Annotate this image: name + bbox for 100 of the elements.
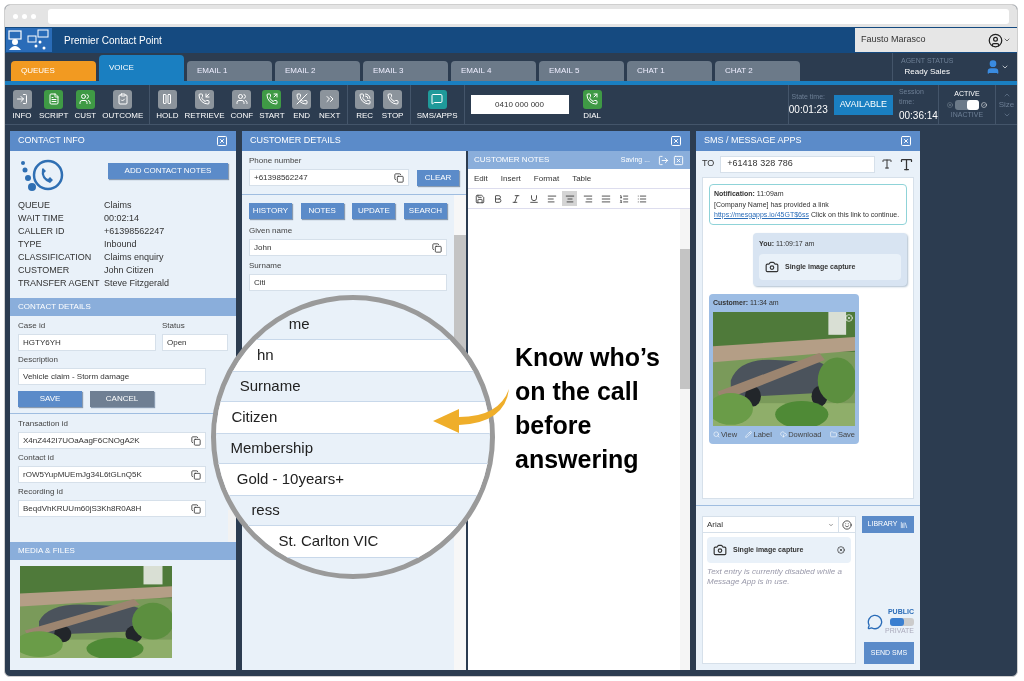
camera-icon <box>713 543 727 557</box>
check-icon <box>980 101 987 108</box>
info-label: CLASSIFICATION <box>18 251 93 264</box>
dial-field[interactable]: 0410 000 000 <box>470 95 569 114</box>
toolbar-button[interactable]: END <box>290 89 313 120</box>
toolbar-button[interactable]: RETRIEVE <box>184 89 225 120</box>
info-label: CUSTOMER <box>18 264 71 277</box>
field-label: Surname <box>249 260 283 272</box>
tab[interactable]: VOICE <box>99 55 184 81</box>
toolbar-button[interactable]: CONF <box>230 89 254 120</box>
button[interactable]: CLEAR <box>417 170 459 186</box>
toolbar-button[interactable]: CUST <box>74 89 97 120</box>
close-icon[interactable] <box>900 135 912 147</box>
user-icon <box>988 32 1003 48</box>
field-label: Contact id <box>18 452 56 464</box>
zoomed-value: Gold - 10years+ <box>236 469 344 490</box>
visibility-toggle[interactable] <box>890 617 914 626</box>
disabled-note: Text entry is currently disabled while a Message App is in use. <box>706 567 843 587</box>
agent-icon[interactable] <box>985 59 1001 75</box>
status-value: Ready Sales <box>904 66 950 79</box>
button[interactable]: HISTORY <box>249 203 292 219</box>
menu-item[interactable]: Table <box>572 172 592 185</box>
tab[interactable]: EMAIL 1 <box>187 61 272 81</box>
remove-icon[interactable] <box>837 546 845 554</box>
panel-title: CONTACT INFO <box>18 134 85 148</box>
scrollbar[interactable] <box>228 510 236 542</box>
field-label: Transaction id <box>18 418 69 430</box>
tab[interactable]: EMAIL 3 <box>363 61 448 81</box>
button[interactable]: SAVE <box>18 391 82 407</box>
toolbar-button[interactable]: SCRIPT <box>39 89 69 120</box>
info-value: Inbound <box>104 238 138 251</box>
input-field[interactable]: Citi <box>249 274 447 291</box>
button[interactable]: NOTES <box>300 203 344 219</box>
toolbar-button[interactable]: DIAL <box>582 89 602 120</box>
zoomed-label: Membership <box>230 438 313 459</box>
button[interactable]: ADD CONTACT NOTES <box>108 163 228 179</box>
tab[interactable]: CHAT 2 <box>715 61 800 81</box>
toolbar-button[interactable]: STOP <box>381 89 404 120</box>
input-field[interactable]: HGTY6YH <box>18 334 156 351</box>
recipient-field[interactable]: +61418 328 786 <box>720 155 875 173</box>
tab[interactable]: CHAT 1 <box>627 61 712 81</box>
close-icon[interactable] <box>670 135 682 147</box>
align-right-icon <box>582 193 593 204</box>
toolbar-button[interactable]: REC <box>353 89 376 120</box>
input-field[interactable]: rOW5YupMUEmJg34L6tGLnQ5K <box>18 466 206 483</box>
tab[interactable]: EMAIL 4 <box>451 61 536 81</box>
emoji-icon[interactable] <box>842 519 852 530</box>
timer-value: 00:01:23 <box>788 103 828 118</box>
toolbar-button[interactable]: START <box>259 89 285 120</box>
info-value: 00:02:14 <box>104 212 141 225</box>
button[interactable]: SEARCH <box>403 203 447 219</box>
font-size-icon[interactable] <box>881 158 893 170</box>
tab[interactable]: EMAIL 5 <box>539 61 624 81</box>
availability-button[interactable]: AVAILABLE <box>833 94 893 115</box>
export-icon[interactable] <box>658 154 669 166</box>
input-field[interactable]: Vehicle claim - Storm damage <box>18 368 206 385</box>
field-label: Description <box>18 354 59 366</box>
zoomed-value: hn <box>256 345 274 366</box>
menu-item[interactable]: Edit <box>474 172 488 185</box>
button[interactable]: UPDATE <box>352 203 396 219</box>
search-icon <box>713 430 720 438</box>
button[interactable]: CANCEL <box>90 391 154 407</box>
input-field[interactable]: +61398562247 <box>249 169 409 186</box>
pencil-icon <box>745 430 753 438</box>
copy-icon[interactable] <box>191 503 201 514</box>
info-label: WAIT TIME <box>18 212 65 225</box>
logo-icon <box>6 28 52 52</box>
close-icon[interactable] <box>673 154 684 166</box>
input-field[interactable]: Open <box>162 334 228 351</box>
zoomed-label: ress <box>251 500 280 521</box>
activity-toggle[interactable] <box>954 99 979 110</box>
download-icon <box>780 430 788 438</box>
font-size-icon[interactable] <box>899 156 914 172</box>
menu-item[interactable]: Format <box>533 172 560 185</box>
panel-title: CUSTOMER DETAILS <box>250 134 341 148</box>
toolbar-button[interactable]: NEXT <box>318 89 341 120</box>
input-field[interactable]: X4nZ442I7UOaAagF6CNOgA2K <box>18 432 206 449</box>
close-icon[interactable] <box>216 135 228 147</box>
info-label: QUEUE <box>18 199 51 212</box>
font-select[interactable]: Arial <box>703 517 839 532</box>
user-menu[interactable]: Fausto Marasco <box>855 28 1017 52</box>
toolbar-button[interactable]: HOLD <box>156 89 179 120</box>
library-icon <box>900 520 909 529</box>
tab[interactable]: EMAIL 2 <box>275 61 360 81</box>
section-title: MEDIA & FILES <box>18 545 75 557</box>
copy-icon[interactable] <box>191 469 201 480</box>
input-field[interactable]: John <box>249 239 447 256</box>
camera-icon <box>765 260 779 274</box>
copy-icon[interactable] <box>191 435 201 446</box>
toolbar-button[interactable]: INFO <box>11 89 33 120</box>
copy-icon[interactable] <box>394 172 404 183</box>
queue-call-icon <box>18 157 64 193</box>
menu-item[interactable]: Insert <box>500 172 521 185</box>
timer-value: 00:36:14 <box>898 108 938 123</box>
scrollbar[interactable] <box>680 209 690 670</box>
input-field[interactable]: BeqdVhKRUUm60jS3Kh8R0A8H <box>18 500 206 517</box>
align-left-icon <box>546 193 557 204</box>
toolbar-button[interactable]: SMS/APPS <box>416 89 458 120</box>
copy-icon[interactable] <box>432 242 442 253</box>
toolbar-button[interactable]: OUTCOME <box>102 89 144 120</box>
